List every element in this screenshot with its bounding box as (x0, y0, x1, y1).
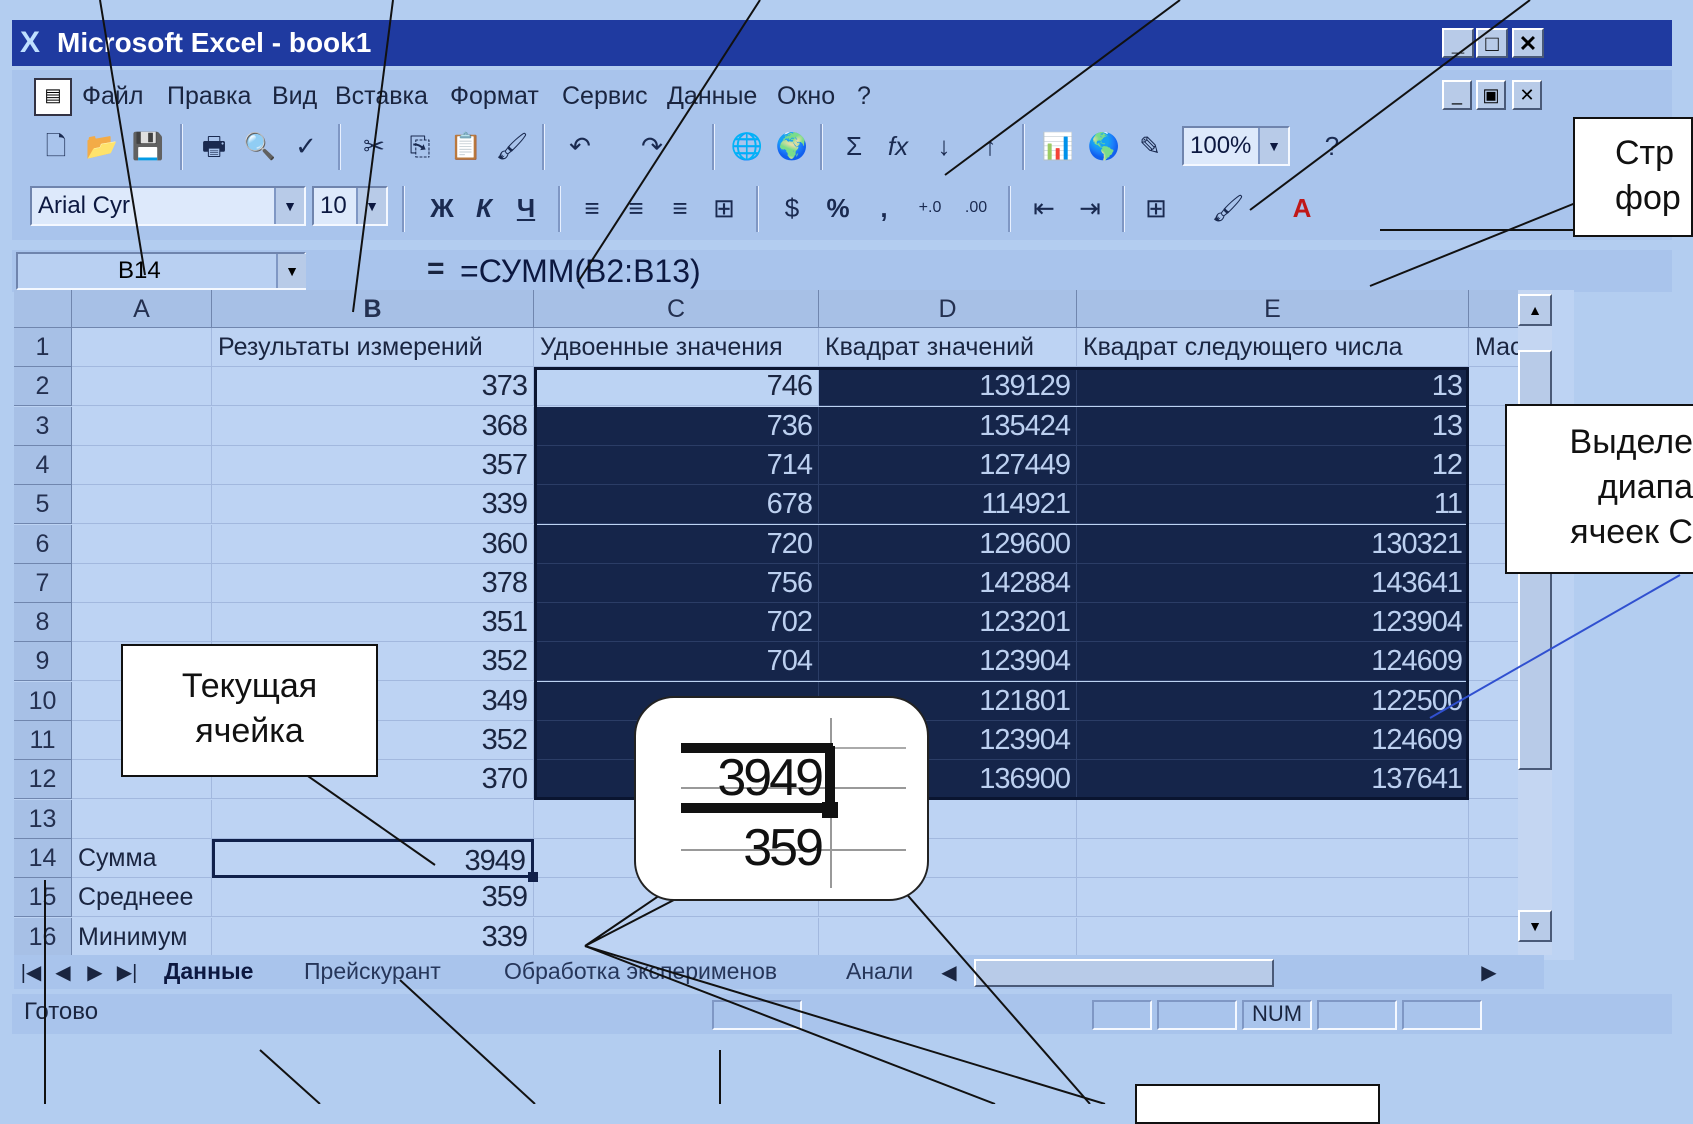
zoom-value-sum: 3949 (717, 749, 824, 807)
callout-selected-range: Выделе диапа ячеек С (1505, 404, 1693, 574)
annotation-lines (44, 0, 1690, 1104)
callout-formula-bar: Стр фор (1573, 117, 1693, 237)
zoom-bubble: 3949 359 (634, 696, 929, 901)
callout-current-cell: Текущая ячейка (121, 644, 378, 777)
zoom-value-avg: 359 (743, 819, 824, 877)
callout-bottom (1135, 1084, 1380, 1124)
